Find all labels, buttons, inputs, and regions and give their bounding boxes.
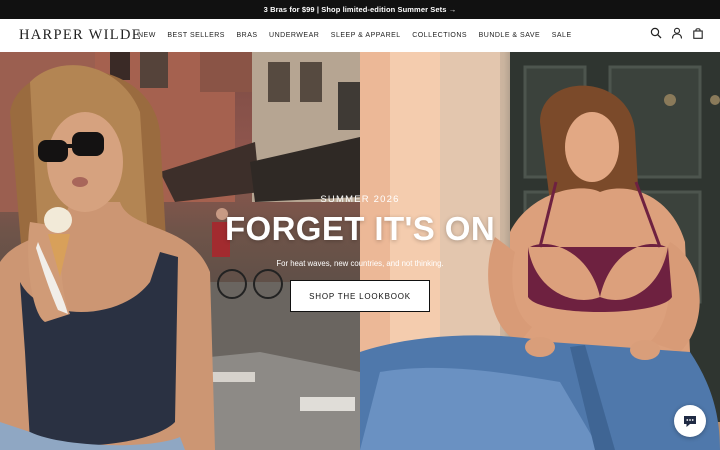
nav-collections[interactable]: COLLECTIONS	[412, 32, 467, 39]
search-icon[interactable]	[650, 27, 662, 39]
street-scene-illustration	[0, 52, 360, 450]
main-nav: NEW BEST SELLERS BRAS UNDERWEAR SLEEP & …	[138, 19, 583, 52]
account-icon[interactable]	[671, 27, 683, 39]
chat-bubble-icon	[684, 416, 696, 427]
hero-photo-left	[0, 52, 360, 450]
site-header: HARPER WILDE NEW BEST SELLERS BRAS UNDER…	[0, 19, 720, 52]
bag-icon[interactable]	[692, 27, 704, 39]
nav-underwear[interactable]: UNDERWEAR	[269, 32, 319, 39]
nav-best-sellers[interactable]: BEST SELLERS	[167, 32, 225, 39]
announcement-bar[interactable]: 3 Bras for $99 | Shop limited-edition Su…	[0, 0, 720, 19]
shop-lookbook-button[interactable]: SHOP THE LOOKBOOK	[290, 280, 430, 312]
doorway-scene-illustration	[360, 52, 720, 450]
announcement-text[interactable]: 3 Bras for $99 | Shop limited-edition Su…	[264, 5, 457, 14]
chat-button[interactable]	[674, 405, 706, 437]
nav-bras[interactable]: BRAS	[236, 32, 257, 39]
hero-photo-right	[360, 52, 720, 450]
nav-sale[interactable]: SALE	[552, 32, 572, 39]
nav-bundle-save[interactable]: BUNDLE & SAVE	[479, 32, 541, 39]
nav-new[interactable]: NEW	[138, 32, 156, 39]
brand-logo[interactable]: HARPER WILDE	[19, 27, 142, 44]
header-actions	[650, 27, 704, 39]
nav-sleep-apparel[interactable]: SLEEP & APPAREL	[331, 32, 401, 39]
hero-banner[interactable]: SUMMER 2026 FORGET IT'S ON For heat wave…	[0, 52, 720, 450]
